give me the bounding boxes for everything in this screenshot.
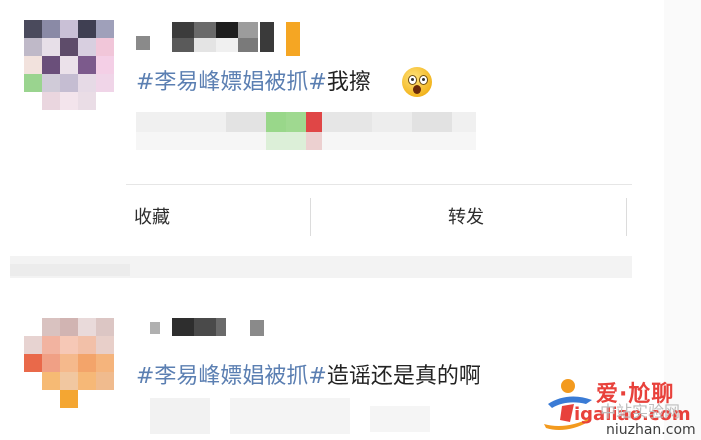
watermark-faint: 中站实验网 [600,402,681,421]
avatar-2[interactable] [24,318,128,414]
post-2-meta [150,398,430,434]
post-2-text: #李易峰嫖娼被抓#造谣还是真的啊 [136,362,481,392]
watermark-domain: niuzhan.com [606,422,696,438]
post-1-meta [136,112,476,150]
actions-bar [126,184,632,247]
actions-divider [310,198,311,236]
repost-button[interactable]: 转发 [448,206,484,230]
post-1-text: #李易峰嫖娼被抓#我擦 [136,68,371,98]
username[interactable] [136,22,306,58]
post-1-hashtag[interactable]: #李易峰嫖娼被抓# [136,70,327,95]
astonished-face-icon [402,67,432,97]
post-2-hashtag[interactable]: #李易峰嫖娼被抓# [136,364,327,389]
section-divider-shadow [10,264,130,276]
post-2-body: 造谣还是真的啊 [326,364,481,389]
favorite-button[interactable]: 收藏 [134,206,170,230]
actions-divider-right [626,198,627,236]
post-1-body: 我擦 [326,70,371,95]
right-edge [664,0,701,440]
username-2[interactable] [150,318,270,338]
avatar[interactable] [24,20,128,116]
